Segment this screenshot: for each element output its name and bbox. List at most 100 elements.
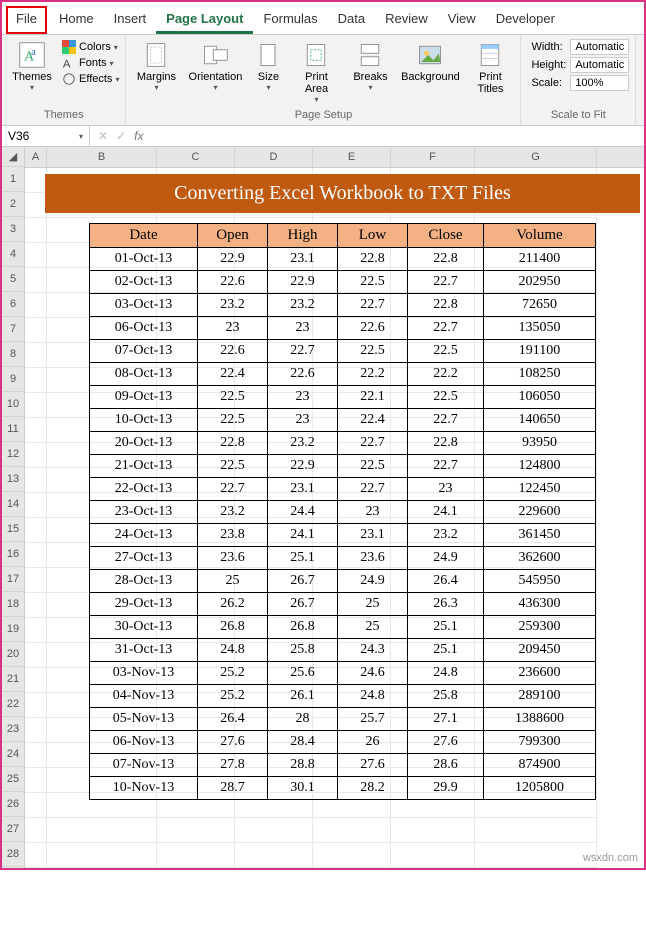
row-header[interactable]: 1: [2, 167, 24, 192]
row-header[interactable]: 2: [2, 192, 24, 217]
row-header[interactable]: 14: [2, 492, 24, 517]
colors-button[interactable]: Colors▾: [62, 39, 119, 55]
effects-icon: [62, 72, 76, 86]
tab-developer[interactable]: Developer: [486, 6, 565, 34]
table-row: 07-Oct-1322.622.722.522.5191100: [90, 339, 596, 362]
tab-view[interactable]: View: [438, 6, 486, 34]
height-label: Height:: [531, 59, 566, 71]
row-header[interactable]: 10: [2, 392, 24, 417]
table-row: 10-Nov-1328.730.128.229.91205800: [90, 776, 596, 799]
row-header[interactable]: 26: [2, 792, 24, 817]
table-row: 08-Oct-1322.422.622.222.2108250: [90, 362, 596, 385]
row-header[interactable]: 3: [2, 217, 24, 242]
row-header[interactable]: 21: [2, 667, 24, 692]
row-header[interactable]: 12: [2, 442, 24, 467]
tab-file[interactable]: File: [6, 6, 47, 34]
tab-review[interactable]: Review: [375, 6, 438, 34]
tab-page-layout[interactable]: Page Layout: [156, 6, 253, 34]
row-header[interactable]: 6: [2, 292, 24, 317]
table-row: 22-Oct-1322.723.122.723122450: [90, 477, 596, 500]
cancel-icon[interactable]: ✕: [98, 129, 108, 143]
scale-label: Scale:: [531, 77, 566, 89]
select-all-corner[interactable]: ◢: [2, 147, 24, 167]
column-header[interactable]: A: [25, 147, 47, 167]
row-header[interactable]: 19: [2, 617, 24, 642]
background-button[interactable]: Background: [400, 39, 460, 85]
table-header: Close: [408, 223, 484, 247]
scale-value[interactable]: 100%: [570, 75, 629, 91]
row-header[interactable]: 15: [2, 517, 24, 542]
column-header[interactable]: B: [47, 147, 157, 167]
row-header[interactable]: 18: [2, 592, 24, 617]
row-header[interactable]: 27: [2, 817, 24, 842]
data-table: DateOpenHighLowCloseVolume01-Oct-1322.92…: [89, 223, 596, 800]
tab-insert[interactable]: Insert: [104, 6, 157, 34]
chevron-down-icon: ▾: [368, 84, 372, 93]
column-header[interactable]: G: [475, 147, 597, 167]
print-titles-button[interactable]: Print Titles: [466, 39, 514, 97]
row-header[interactable]: 22: [2, 692, 24, 717]
margins-icon: [142, 41, 170, 69]
fonts-button[interactable]: A Fonts▾: [62, 55, 119, 71]
cells-area[interactable]: Converting Excel Workbook to TXT Files D…: [25, 168, 644, 868]
chevron-down-icon: ▾: [79, 132, 83, 141]
themes-button[interactable]: Aa Themes▾: [8, 39, 56, 95]
row-header[interactable]: 8: [2, 342, 24, 367]
chevron-down-icon: ▾: [110, 59, 114, 68]
tab-formulas[interactable]: Formulas: [253, 6, 327, 34]
row-header[interactable]: 20: [2, 642, 24, 667]
table-row: 24-Oct-1323.824.123.123.2361450: [90, 523, 596, 546]
breaks-button[interactable]: Breaks▾: [346, 39, 394, 95]
column-header[interactable]: D: [235, 147, 313, 167]
row-header[interactable]: 25: [2, 767, 24, 792]
effects-button[interactable]: Effects▾: [62, 71, 119, 87]
table-row: 03-Nov-1325.225.624.624.8236600: [90, 661, 596, 684]
table-row: 29-Oct-1326.226.72526.3436300: [90, 592, 596, 615]
group-page-setup: Margins▾ Orientation▾ Size▾ Print Area▾ …: [126, 35, 521, 125]
height-value[interactable]: Automatic: [570, 57, 629, 73]
row-header[interactable]: 13: [2, 467, 24, 492]
tab-data[interactable]: Data: [328, 6, 375, 34]
table-row: 27-Oct-1323.625.123.624.9362600: [90, 546, 596, 569]
row-header[interactable]: 24: [2, 742, 24, 767]
table-row: 21-Oct-1322.522.922.522.7124800: [90, 454, 596, 477]
colors-icon: [62, 40, 76, 54]
row-header[interactable]: 9: [2, 367, 24, 392]
group-themes: Aa Themes▾ Colors▾ A Fonts▾ Effects▾ The…: [2, 35, 126, 125]
row-header[interactable]: 23: [2, 717, 24, 742]
print-area-button[interactable]: Print Area▾: [292, 39, 340, 107]
chevron-down-icon: ▾: [115, 75, 119, 84]
size-button[interactable]: Size▾: [250, 39, 286, 95]
row-header[interactable]: 16: [2, 542, 24, 567]
tab-home[interactable]: Home: [49, 6, 104, 34]
group-label-scale: Scale to Fit: [527, 107, 629, 123]
row-header[interactable]: 7: [2, 317, 24, 342]
row-header[interactable]: 4: [2, 242, 24, 267]
name-box[interactable]: V36 ▾: [2, 126, 90, 146]
margins-button[interactable]: Margins▾: [132, 39, 180, 95]
enter-icon[interactable]: ✓: [116, 129, 126, 143]
formula-input[interactable]: [151, 126, 644, 146]
row-header[interactable]: 17: [2, 567, 24, 592]
column-header[interactable]: C: [157, 147, 235, 167]
table-row: 04-Nov-1325.226.124.825.8289100: [90, 684, 596, 707]
column-header[interactable]: F: [391, 147, 475, 167]
fx-label[interactable]: fx: [134, 129, 143, 143]
row-header[interactable]: 11: [2, 417, 24, 442]
table-header: Open: [198, 223, 268, 247]
row-header[interactable]: 5: [2, 267, 24, 292]
chevron-down-icon: ▾: [213, 84, 217, 93]
table-row: 30-Oct-1326.826.82525.1259300: [90, 615, 596, 638]
ribbon-content: Aa Themes▾ Colors▾ A Fonts▾ Effects▾ The…: [2, 35, 644, 126]
table-row: 09-Oct-1322.52322.122.5106050: [90, 385, 596, 408]
row-header[interactable]: 28: [2, 842, 24, 867]
table-row: 20-Oct-1322.823.222.722.893950: [90, 431, 596, 454]
group-scale-to-fit: Width: Automatic Height: Automatic Scale…: [521, 35, 636, 125]
table-row: 01-Oct-1322.923.122.822.8211400: [90, 247, 596, 270]
formula-bar: V36 ▾ ✕ ✓ fx: [2, 126, 644, 147]
table-row: 06-Oct-13232322.622.7135050: [90, 316, 596, 339]
column-header[interactable]: E: [313, 147, 391, 167]
orientation-button[interactable]: Orientation▾: [186, 39, 244, 95]
table-row: 02-Oct-1322.622.922.522.7202950: [90, 270, 596, 293]
width-value[interactable]: Automatic: [570, 39, 629, 55]
